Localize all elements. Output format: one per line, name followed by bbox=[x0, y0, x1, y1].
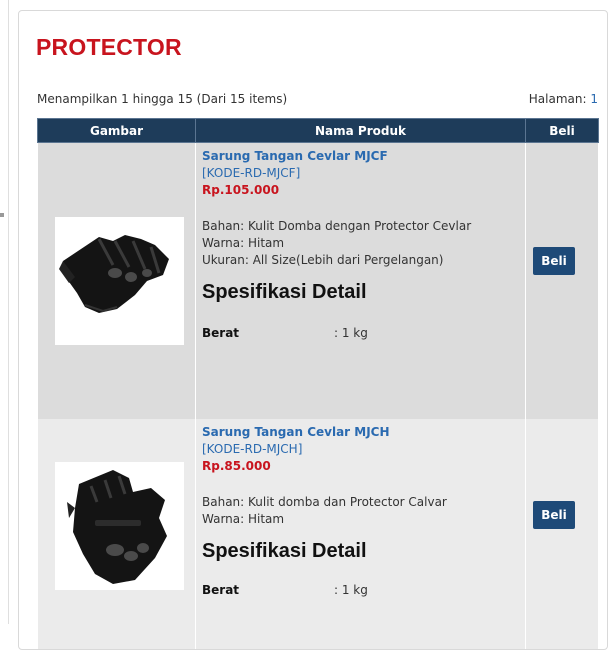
pagination: Halaman: 1 bbox=[529, 92, 598, 106]
table-row: Sarung Tangan Cevlar MJCF [KODE-RD-MJCF]… bbox=[37, 142, 599, 419]
product-price: Rp.85.000 bbox=[202, 459, 271, 473]
buy-button[interactable]: Beli bbox=[533, 247, 575, 275]
weight-row: Berat : 1 kg bbox=[202, 326, 525, 342]
product-description: Bahan: Kulit Domba dengan Protector Cevl… bbox=[202, 218, 525, 269]
glove-icon bbox=[58, 235, 169, 313]
spec-heading: Spesifikasi Detail bbox=[202, 540, 367, 562]
desc-line: Warna: Hitam bbox=[202, 512, 285, 526]
spec-heading: Spesifikasi Detail bbox=[202, 281, 367, 303]
page-title: PROTECTOR bbox=[36, 34, 182, 60]
buy-button[interactable]: Beli bbox=[533, 501, 575, 529]
pagination-label: Halaman: bbox=[528, 92, 587, 106]
fingerless-glove-icon bbox=[66, 470, 167, 584]
product-code[interactable]: [KODE-RD-MJCH] bbox=[202, 442, 525, 456]
product-name-link[interactable]: Sarung Tangan Cevlar MJCH bbox=[202, 425, 525, 439]
weight-label: Berat bbox=[202, 326, 240, 340]
product-image[interactable] bbox=[54, 462, 184, 590]
product-price: Rp.105.000 bbox=[202, 183, 280, 197]
table-row: Sarung Tangan Cevlar MJCH [KODE-RD-MJCH]… bbox=[37, 419, 599, 649]
weight-value: : 1 kg bbox=[334, 326, 368, 340]
page-border-line bbox=[8, 0, 9, 624]
product-code[interactable]: [KODE-RD-MJCF] bbox=[202, 166, 525, 180]
header-nama-produk: Nama Produk bbox=[195, 118, 526, 143]
side-marker bbox=[0, 213, 4, 217]
table-header-row: Gambar Nama Produk Beli bbox=[37, 118, 599, 143]
image-cell bbox=[37, 419, 196, 649]
product-info-cell: Sarung Tangan Cevlar MJCH [KODE-RD-MJCH]… bbox=[195, 419, 526, 649]
weight-value: : 1 kg bbox=[334, 583, 368, 597]
desc-line: Bahan: Kulit domba dan Protector Calvar bbox=[202, 495, 447, 509]
buy-cell: Beli bbox=[525, 142, 599, 419]
weight-row: Berat : 1 kg bbox=[202, 583, 525, 599]
desc-line: Bahan: Kulit Domba dengan Protector Cevl… bbox=[202, 219, 472, 233]
header-beli: Beli bbox=[525, 118, 599, 143]
showing-count-text: Menampilkan 1 hingga 15 (Dari 15 items) bbox=[37, 92, 288, 106]
buy-cell: Beli bbox=[525, 419, 599, 649]
image-cell bbox=[37, 142, 196, 419]
page-link-1[interactable]: 1 bbox=[590, 92, 598, 106]
weight-label: Berat bbox=[202, 583, 240, 597]
product-table: Gambar Nama Produk Beli Sarung Tangan Ce… bbox=[37, 118, 599, 649]
product-description: Bahan: Kulit domba dan Protector Calvar … bbox=[202, 494, 525, 528]
product-name-link[interactable]: Sarung Tangan Cevlar MJCF bbox=[202, 149, 525, 163]
product-image[interactable] bbox=[54, 217, 184, 345]
header-gambar: Gambar bbox=[37, 118, 196, 143]
desc-line: Ukuran: All Size(Lebih dari Pergelangan) bbox=[202, 253, 444, 267]
listing-info: Menampilkan 1 hingga 15 (Dari 15 items) … bbox=[37, 92, 598, 108]
desc-line: Warna: Hitam bbox=[202, 236, 285, 250]
product-info-cell: Sarung Tangan Cevlar MJCF [KODE-RD-MJCF]… bbox=[195, 142, 526, 419]
